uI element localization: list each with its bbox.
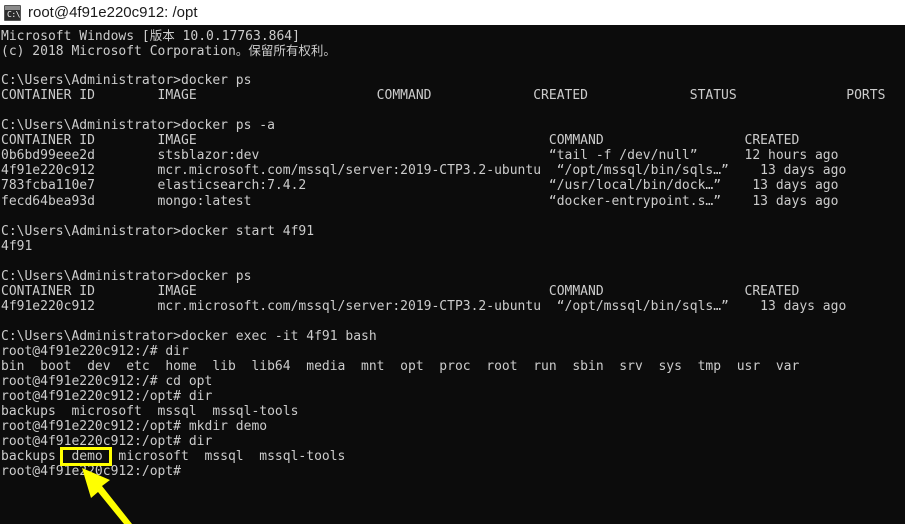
console-output[interactable]: Microsoft Windows [版本 10.0.17763.864] (c)… (0, 25, 905, 524)
window-title: root@4f91e220c912: /opt (28, 4, 198, 21)
console-line: CONTAINER ID IMAGE COMMAND CREATED (1, 133, 800, 149)
console-line: CONTAINER ID IMAGE COMMAND CREATED (1, 283, 800, 299)
console-line: root@4f91e220c912:/opt# mkdir demo (1, 419, 268, 435)
window-titlebar: C:\ root@4f91e220c912: /opt (0, 0, 905, 25)
console-line: root@4f91e220c912:/opt# (1, 464, 182, 480)
console-line: 0b6bd99eee2d stsblazor:dev “tail -f /dev… (1, 148, 839, 164)
console-line: C:\Users\Administrator>docker ps (1, 268, 252, 284)
console-line: 4f91 (1, 238, 33, 254)
console-line: fecd64bea93d mongo:latest “docker-entryp… (1, 193, 839, 209)
console-line: root@4f91e220c912:/opt# dir (1, 434, 213, 450)
console-line: (c) 2018 Microsoft Corporation。保留所有权利。 (1, 43, 336, 60)
console-line: bin boot dev etc home lib lib64 media mn… (1, 359, 800, 375)
console-line: root@4f91e220c912:/opt# dir (1, 389, 213, 405)
console-line: 4f91e220c912 mcr.microsoft.com/mssql/ser… (1, 298, 847, 314)
console-icon-glyph: C:\ (7, 9, 20, 19)
console-line: root@4f91e220c912:/# cd opt (1, 374, 213, 390)
console-line: C:\Users\Administrator>docker ps (1, 73, 252, 89)
cjk-text: 版本 (149, 28, 175, 43)
console-icon: C:\ (4, 4, 21, 21)
console-line: Microsoft Windows [版本 10.0.17763.864] (1, 28, 300, 44)
terminal-window: C:\ root@4f91e220c912: /opt Microsoft Wi… (0, 0, 905, 524)
console-line: backups demo microsoft mssql mssql-tools (1, 449, 346, 465)
console-line: CONTAINER ID IMAGE COMMAND CREATED STATU… (1, 88, 886, 104)
console-line: root@4f91e220c912:/# dir (1, 343, 189, 359)
console-line: 783fcba110e7 elasticsearch:7.4.2 “/usr/l… (1, 178, 839, 194)
cjk-text: 。保留所有权利。 (235, 43, 336, 59)
console-line: C:\Users\Administrator>docker start 4f91 (1, 223, 315, 239)
console-line: 4f91e220c912 mcr.microsoft.com/mssql/ser… (1, 163, 847, 179)
console-line: C:\Users\Administrator>docker ps -a (1, 118, 275, 134)
console-line: backups microsoft mssql mssql-tools (1, 404, 299, 420)
console-line: C:\Users\Administrator>docker exec -it 4… (1, 328, 377, 344)
